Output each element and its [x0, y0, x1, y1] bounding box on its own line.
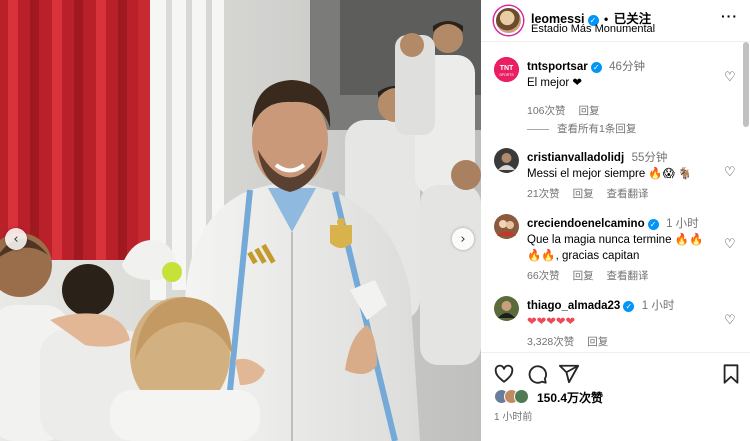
comment-likes[interactable]: 3,328次赞 [527, 336, 574, 348]
avatar-image [494, 296, 519, 321]
chevron-left-icon[interactable]: ‹ [5, 228, 27, 250]
comment-item: thiago_almada23 ✓ 1 小时 ❤❤❤❤❤ 3,328次赞 回复 ♡ [494, 296, 744, 352]
comment-body: cristianvalladolidj 55分钟 Messi el mejor … [527, 148, 717, 201]
avatar-image [494, 148, 519, 173]
reply-button[interactable]: 回复 [573, 188, 594, 200]
commenter-avatar[interactable] [494, 296, 519, 321]
verified-badge-icon: ✓ [647, 219, 659, 230]
bookmark-icon[interactable] [720, 363, 742, 385]
photo-illustration [0, 0, 481, 441]
comment-username[interactable]: cristianvalladolidj [527, 152, 624, 164]
comment-meta: 106次赞 回复 [527, 103, 717, 118]
comment-time: 46分钟 [609, 61, 645, 73]
more-options-icon[interactable]: ··· [721, 8, 738, 24]
comment-item: cristianvalladolidj 55分钟 Messi el mejor … [494, 148, 744, 208]
share-icon[interactable] [558, 363, 580, 385]
translate-button[interactable]: 查看翻译 [607, 270, 649, 282]
avatar[interactable] [494, 6, 523, 35]
reply-button[interactable]: 回复 [578, 105, 599, 117]
comment-likes[interactable]: 66次赞 [527, 270, 560, 282]
location-link[interactable]: Estadio Más Monumental [531, 23, 655, 35]
comment-heart-icon[interactable]: ♡ [724, 71, 738, 85]
comment-time: 1 小时 [666, 218, 699, 230]
comment-time: 55分钟 [631, 152, 668, 164]
post-timestamp[interactable]: 1 小时前 [494, 408, 532, 423]
comment-heart-icon[interactable]: ♡ [724, 166, 738, 180]
comment-text: El mejor ❤ [527, 77, 583, 89]
translate-button[interactable]: 查看翻译 [607, 188, 649, 200]
verified-badge-icon: ✓ [623, 301, 635, 312]
liker-avatar[interactable] [514, 389, 529, 404]
comment-body: creciendoenelcamino ✓ 1 小时 Que la magia n… [527, 214, 717, 283]
comment-heart-icon[interactable]: ♡ [724, 314, 738, 328]
comment-meta: 3,328次赞 回复 [527, 334, 717, 349]
commenter-avatar[interactable] [494, 148, 519, 173]
comment-likes[interactable]: 106次赞 [527, 105, 566, 117]
comment-username[interactable]: creciendoenelcamino [527, 218, 645, 230]
verified-badge-icon: ✓ [590, 62, 602, 73]
comment-text: ❤❤❤❤❤ [527, 316, 576, 328]
comment-time: 1 小时 [641, 300, 675, 312]
commenter-avatar[interactable] [494, 214, 519, 239]
comment-username[interactable]: tntsportsar [527, 61, 588, 73]
comment-item: creciendoenelcamino ✓ 1 小时 Que la magia n… [494, 214, 744, 284]
comment-body: tntsportsar ✓ 46分钟 El mejor ❤ 106次赞 回复 [527, 57, 717, 118]
comments-list[interactable]: TNT SPORTS tntsportsar ✓ 46分钟 El mejor ❤ … [481, 42, 750, 352]
avatar-image [494, 214, 519, 239]
divider-line [527, 128, 549, 130]
svg-text:SPORTS: SPORTS [499, 73, 514, 77]
commenter-avatar[interactable]: TNT SPORTS [494, 57, 519, 82]
heart-icon[interactable] [493, 363, 515, 385]
chevron-right-icon[interactable]: › [452, 228, 474, 250]
tnt-logo-icon: TNT SPORTS [494, 57, 519, 82]
post-sidebar: leomessi ✓ • 已关注 Estadio Más Monumental ·… [481, 0, 750, 441]
comment-text: Messi el mejor siempre 🔥😱 🐐 [527, 168, 693, 180]
likes-count[interactable]: 150.4万次赞 [537, 389, 603, 406]
view-replies-label: 查看所有1条回复 [557, 123, 637, 135]
svg-text:TNT: TNT [500, 65, 514, 72]
comment-meta: 66次赞 回复 查看翻译 [527, 268, 717, 283]
comment-likes[interactable]: 21次赞 [527, 188, 560, 200]
comment-body: thiago_almada23 ✓ 1 小时 ❤❤❤❤❤ 3,328次赞 回复 [527, 296, 717, 349]
view-replies-button[interactable]: 查看所有1条回复 [527, 121, 636, 136]
post-header: leomessi ✓ • 已关注 Estadio Más Monumental ·… [481, 0, 750, 42]
comment-icon[interactable] [526, 363, 548, 385]
comment-meta: 21次赞 回复 查看翻译 [527, 186, 717, 201]
comment-username[interactable]: thiago_almada23 [527, 300, 620, 312]
comment-text: Que la magia nunca termine 🔥🔥🔥🔥, gracias… [527, 234, 704, 262]
reply-button[interactable]: 回复 [587, 336, 608, 348]
comment-heart-icon[interactable]: ♡ [724, 238, 738, 252]
post-photo: ‹ › [0, 0, 481, 441]
reply-button[interactable]: 回复 [573, 270, 594, 282]
